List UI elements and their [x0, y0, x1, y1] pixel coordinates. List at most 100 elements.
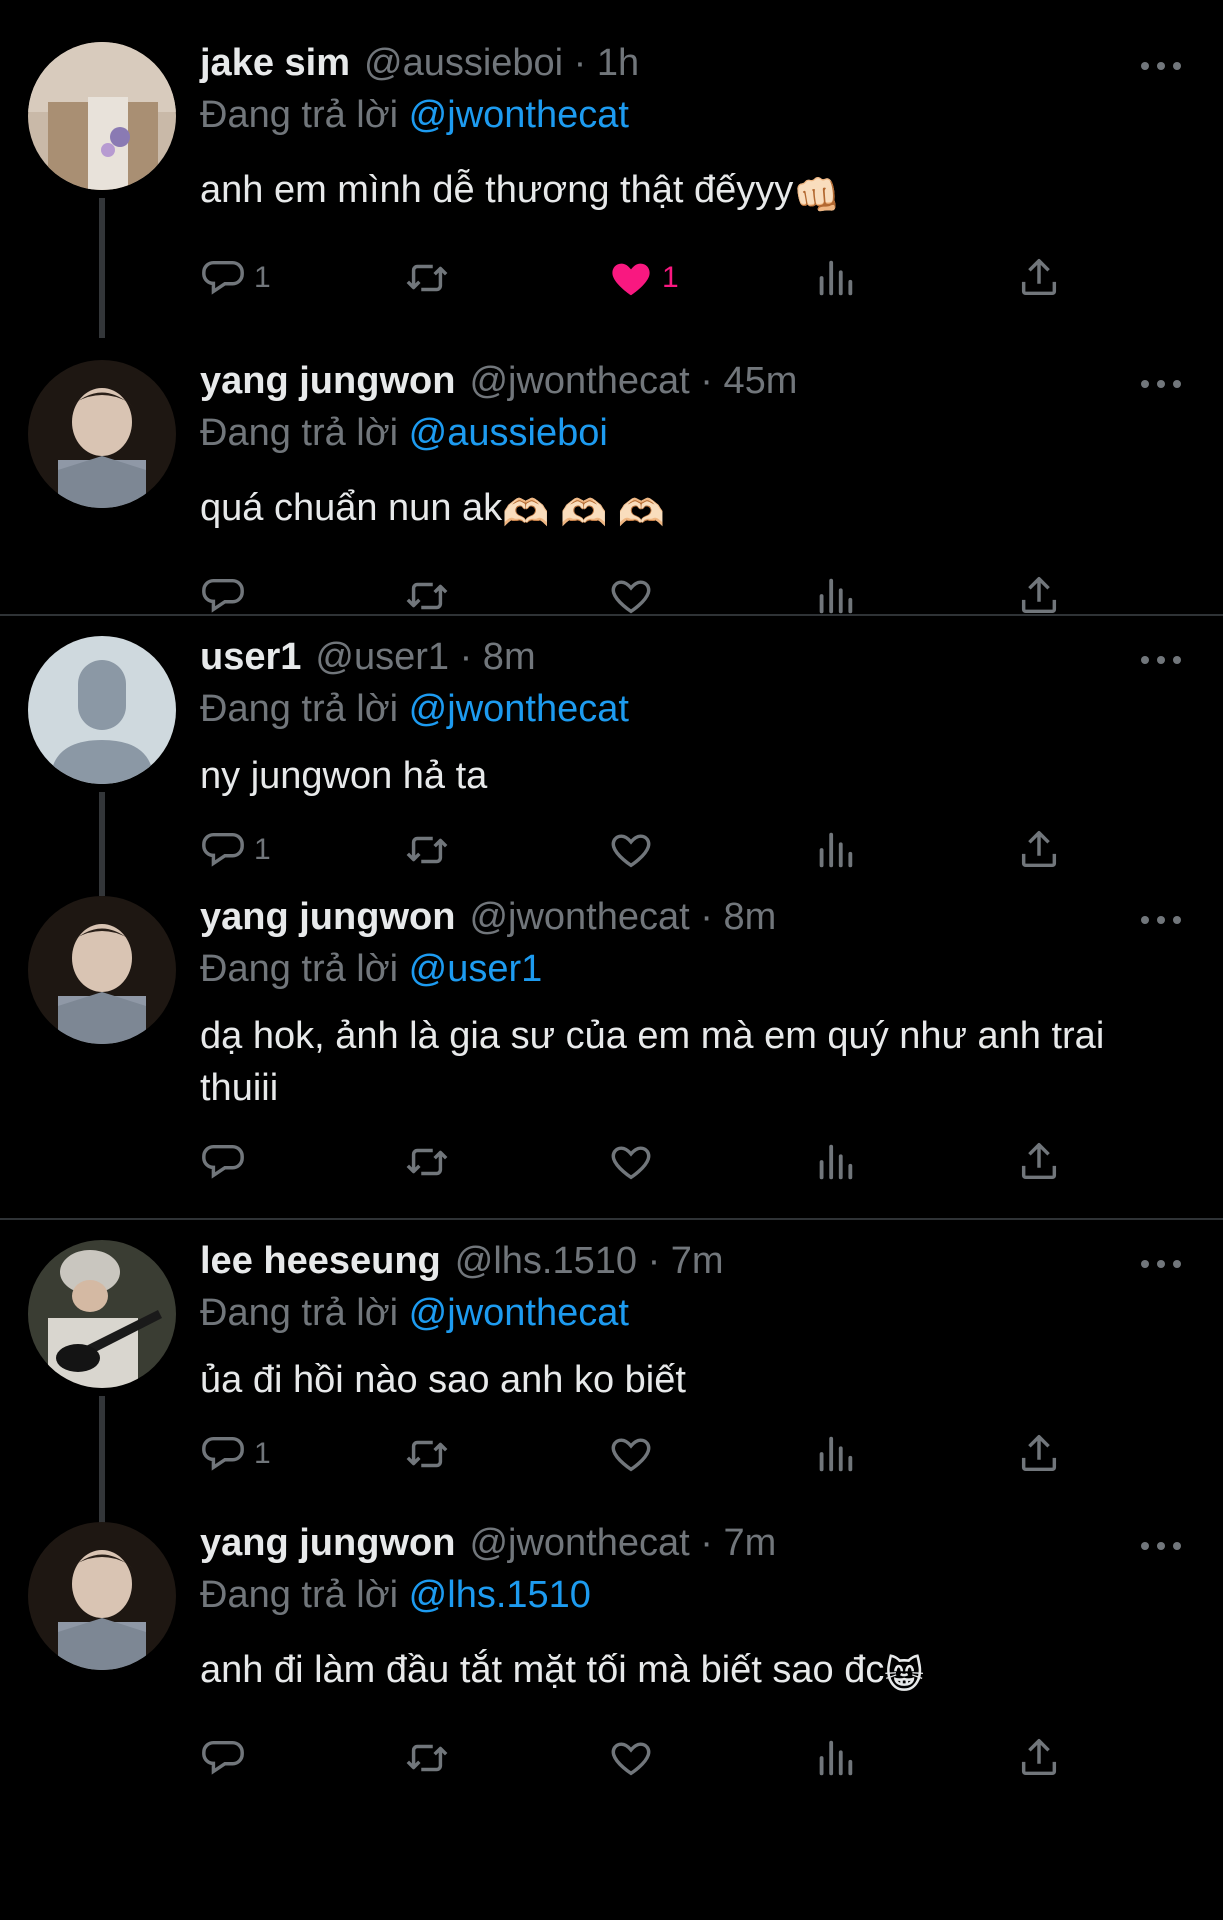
action-bar: 1	[200, 1424, 1203, 1484]
views-button[interactable]	[812, 820, 1016, 880]
reply-count: 1	[254, 261, 271, 294]
heart-icon	[611, 1146, 651, 1180]
tweet-yang-jungwon[interactable]: yang jungwon @jwonthecat · 45m Đang trả …	[0, 318, 1223, 614]
tweet-text: ủa đi hồi nào sao anh ko biết	[200, 1354, 1203, 1406]
mention-link[interactable]: @user1	[409, 948, 543, 990]
tweet-text: ny jungwon hả ta	[200, 750, 1203, 802]
action-bar: 1 1	[200, 248, 1203, 308]
reply-button[interactable]: 1	[200, 248, 404, 308]
display-name[interactable]: user1	[200, 636, 301, 679]
avatar[interactable]	[28, 42, 176, 190]
display-name[interactable]: yang jungwon	[200, 360, 455, 403]
like-button[interactable]	[608, 820, 812, 880]
tweet-text: anh đi làm đầu tắt mặt tối mà biết sao đ…	[200, 1644, 1203, 1702]
more-icon[interactable]	[1141, 374, 1181, 394]
views-icon	[819, 1144, 853, 1180]
action-bar: 1	[200, 820, 1203, 880]
handle-and-time[interactable]: @user1 · 8m	[315, 636, 535, 679]
display-name[interactable]: jake sim	[200, 42, 350, 85]
retweet-icon	[406, 264, 448, 292]
emoji: 👊🏻	[793, 175, 841, 217]
more-icon[interactable]	[1141, 910, 1181, 930]
reply-button[interactable]	[200, 1728, 404, 1788]
like-button[interactable]	[608, 1728, 812, 1788]
views-icon	[819, 832, 853, 868]
tweet-lee-heeseung[interactable]: lee heeseung @lhs.1510 · 7m Đang trả lời…	[0, 1220, 1223, 1542]
retweet-icon	[406, 1440, 448, 1468]
like-button[interactable]: 1	[608, 248, 812, 308]
tweet-text-content: anh đi làm đầu tắt mặt tối mà biết sao đ…	[200, 1649, 885, 1691]
handle-and-time[interactable]: @jwonthecat · 45m	[469, 360, 797, 403]
share-icon	[1021, 577, 1057, 614]
handle-and-time[interactable]: @jwonthecat · 8m	[469, 896, 776, 939]
tweet-text: anh em mình dễ thương thật đếyyy👊🏻	[200, 164, 1203, 222]
tweet-text-content: dạ hok, ảnh là gia sư của em mà em quý n…	[200, 1015, 1105, 1109]
reply-button[interactable]: 1	[200, 820, 404, 880]
views-button[interactable]	[812, 1728, 1016, 1788]
more-icon[interactable]	[1141, 1254, 1181, 1274]
mention-link[interactable]: @jwonthecat	[409, 1292, 629, 1334]
tweet-text-content: quá chuẩn nun ak	[200, 487, 503, 529]
retweet-button[interactable]	[404, 1132, 608, 1192]
avatar[interactable]	[28, 636, 176, 784]
views-button[interactable]	[812, 1132, 1016, 1192]
retweet-button[interactable]	[404, 820, 608, 880]
views-icon	[819, 578, 853, 614]
tweet-yang-jungwon-2[interactable]: yang jungwon @jwonthecat · 8m Đang trả l…	[0, 876, 1223, 1218]
retweet-button[interactable]	[404, 248, 608, 308]
mention-link[interactable]: @jwonthecat	[409, 94, 629, 136]
more-icon[interactable]	[1141, 1536, 1181, 1556]
tweet-text-content: ny jungwon hả ta	[200, 755, 488, 797]
more-icon[interactable]	[1141, 650, 1181, 670]
retweet-icon	[406, 582, 448, 610]
share-button[interactable]	[1016, 248, 1076, 308]
mention-link[interactable]: @lhs.1510	[409, 1574, 591, 1616]
reply-count: 1	[254, 1437, 271, 1470]
display-name[interactable]: yang jungwon	[200, 896, 455, 939]
avatar[interactable]	[28, 1240, 176, 1388]
action-bar	[200, 1728, 1203, 1788]
reply-icon	[202, 1740, 244, 1775]
views-icon	[819, 1740, 853, 1776]
share-button[interactable]	[1016, 1728, 1076, 1788]
more-icon[interactable]	[1141, 56, 1181, 76]
like-button[interactable]	[608, 1424, 812, 1484]
replying-prefix: Đang trả lời	[200, 688, 399, 730]
display-name[interactable]: yang jungwon	[200, 1522, 455, 1565]
handle-and-time[interactable]: @aussieboi · 1h	[364, 42, 639, 85]
tweet-text-content: anh em mình dễ thương thật đếyyy	[200, 169, 794, 211]
like-button[interactable]	[608, 1132, 812, 1192]
views-button[interactable]	[812, 248, 1016, 308]
share-icon	[1021, 831, 1057, 868]
avatar[interactable]	[28, 896, 176, 1044]
reply-icon	[202, 1436, 244, 1471]
mention-link[interactable]: @jwonthecat	[409, 688, 629, 730]
views-icon	[819, 260, 853, 296]
replying-to: Đang trả lời @user1	[200, 948, 1203, 1000]
reply-icon	[202, 832, 244, 867]
emoji: 🫶🏻 🫶🏻 🫶🏻	[502, 493, 666, 535]
retweet-icon	[406, 1148, 448, 1176]
mention-link[interactable]: @aussieboi	[409, 412, 608, 454]
share-icon	[1021, 259, 1057, 296]
tweet-yang-jungwon-3[interactable]: yang jungwon @jwonthecat · 7m Đang trả l…	[0, 1522, 1223, 1812]
reply-button[interactable]	[200, 1132, 404, 1192]
reply-button[interactable]: 1	[200, 1424, 404, 1484]
retweet-icon	[406, 836, 448, 864]
share-button[interactable]	[1016, 1424, 1076, 1484]
replying-to: Đang trả lời @jwonthecat	[200, 1292, 1203, 1344]
handle-and-time[interactable]: @lhs.1510 · 7m	[455, 1240, 724, 1283]
retweet-button[interactable]	[404, 1728, 608, 1788]
tweet-user1[interactable]: user1 @user1 · 8m Đang trả lời @jwonthec…	[0, 616, 1223, 896]
retweet-button[interactable]	[404, 1424, 608, 1484]
views-button[interactable]	[812, 1424, 1016, 1484]
replying-prefix: Đang trả lời	[200, 412, 399, 454]
avatar[interactable]	[28, 1522, 176, 1670]
display-name[interactable]: lee heeseung	[200, 1240, 441, 1283]
avatar[interactable]	[28, 360, 176, 508]
handle-and-time[interactable]: @jwonthecat · 7m	[469, 1522, 776, 1565]
tweet-text-content: ủa đi hồi nào sao anh ko biết	[200, 1359, 686, 1401]
share-button[interactable]	[1016, 1132, 1076, 1192]
share-button[interactable]	[1016, 820, 1076, 880]
tweet-jake-sim[interactable]: jake sim @aussieboi · 1h Đang trả lời @j…	[0, 0, 1223, 338]
